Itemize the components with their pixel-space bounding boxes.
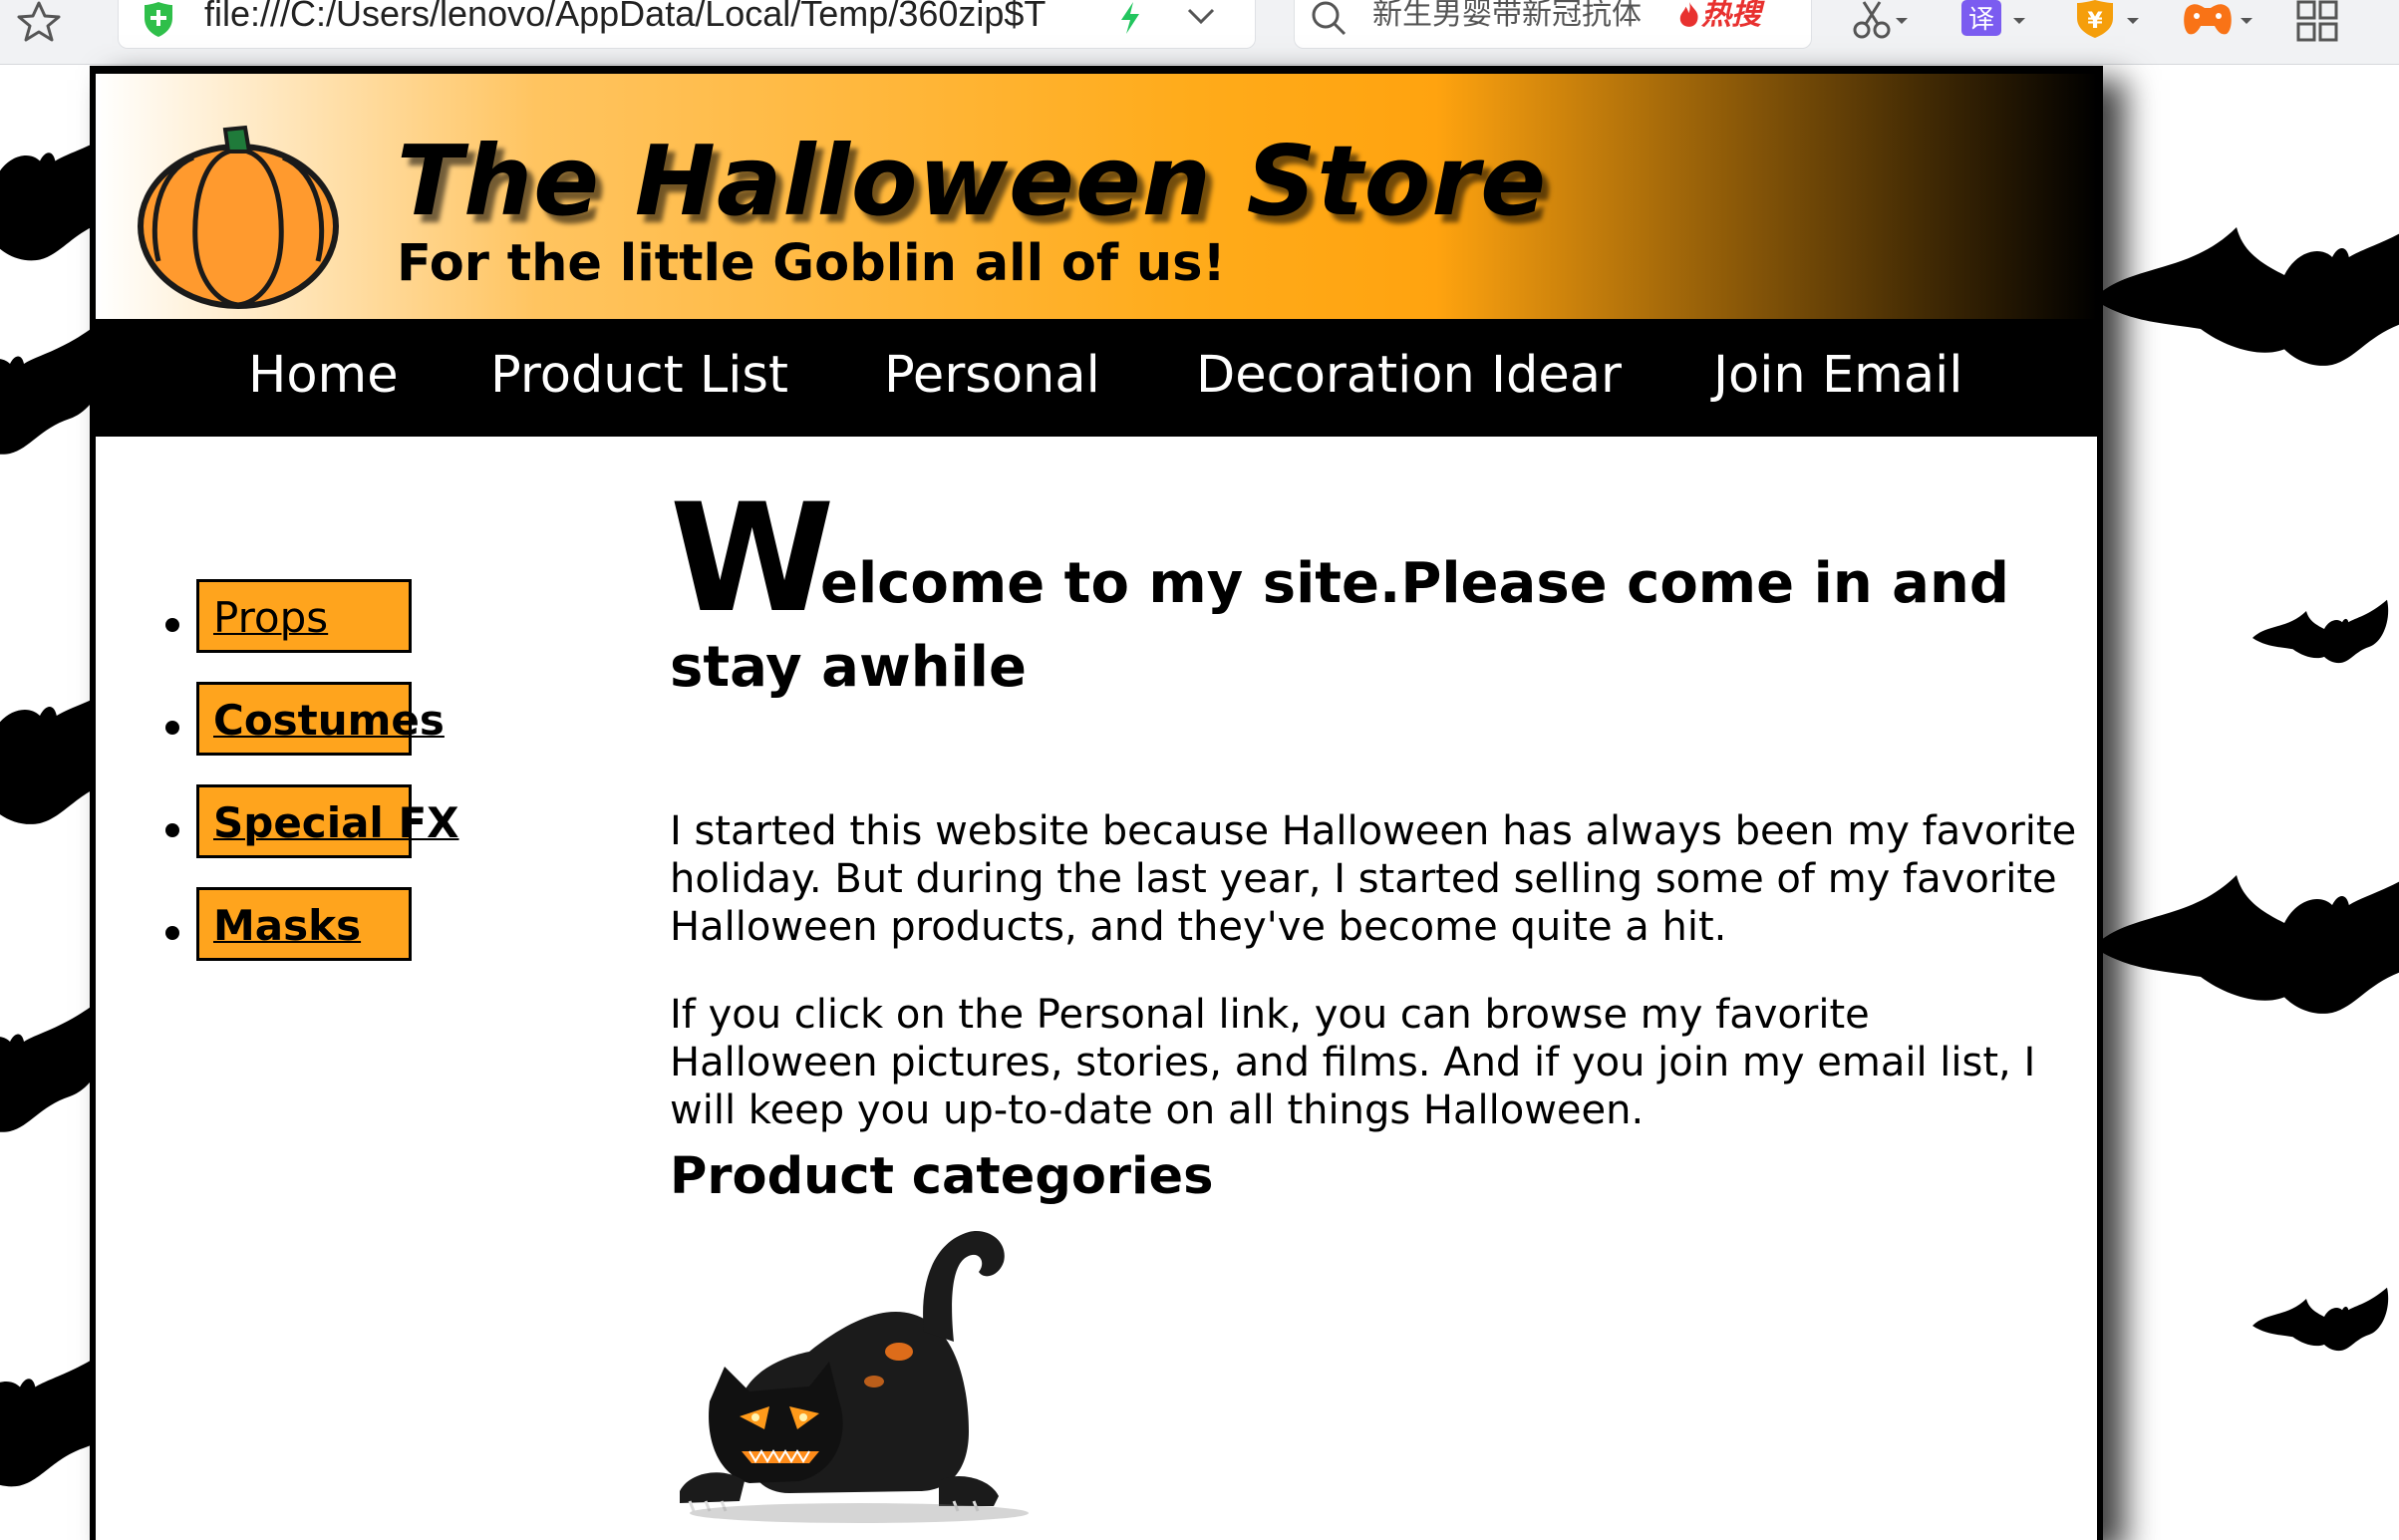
- bookmark-star-icon[interactable]: [14, 0, 64, 42]
- sidebar-item-label: Special FX: [213, 798, 459, 847]
- browser-toolbar: file:///C:/Users/lenovo/AppData/Local/Te…: [0, 0, 2399, 65]
- paragraph-line: I started this website because Halloween…: [670, 808, 2077, 854]
- welcome-heading-line2: stay awhile: [670, 635, 1027, 700]
- sidebar-item-props[interactable]: Props: [196, 579, 412, 653]
- speed-bolt-icon[interactable]: [1115, 0, 1145, 36]
- nav-personal[interactable]: Personal: [884, 341, 1100, 411]
- welcome-dropcap: W: [670, 472, 835, 646]
- nav-home[interactable]: Home: [248, 341, 399, 411]
- yen-glyph: ¥: [2087, 9, 2103, 34]
- list-bullet: [165, 721, 179, 735]
- flame-icon: [1679, 2, 1698, 27]
- paragraph-line: will keep you up-to-date on all things H…: [670, 1087, 1645, 1133]
- sidebar-item-label: Props: [213, 593, 329, 642]
- translate-glyph: 译: [1968, 5, 1994, 35]
- search-input[interactable]: 新生男婴带新冠抗体: [1372, 0, 1671, 35]
- sidebar-item-masks[interactable]: Masks: [196, 887, 412, 961]
- bat-image: [2093, 845, 2399, 1014]
- intro-paragraph: I started this website because Halloween…: [670, 807, 2085, 951]
- site-header: The Halloween Store For the little Gobli…: [96, 66, 2097, 319]
- search-icon[interactable]: [1309, 0, 1349, 38]
- address-text[interactable]: file:///C:/Users/lenovo/AppData/Local/Te…: [204, 0, 1231, 34]
- sidebar-item-costumes[interactable]: Costumes: [196, 682, 445, 756]
- paragraph-line: Halloween pictures, stories, and films. …: [670, 1040, 2036, 1085]
- apps-grid-icon[interactable]: [2294, 0, 2344, 44]
- chevron-down-icon[interactable]: [1183, 2, 1219, 32]
- address-bar[interactable]: file:///C:/Users/lenovo/AppData/Local/Te…: [118, 0, 1256, 49]
- bat-image: [2252, 599, 2389, 664]
- welcome-heading: elcome to my site.Please come in and: [820, 551, 2009, 616]
- personal-paragraph: If you click on the Personal link, you c…: [670, 991, 2085, 1134]
- site-tagline: For the little Goblin all of us!: [397, 234, 1226, 293]
- search-box[interactable]: 新生男婴带新冠抗体 热搜: [1294, 0, 1812, 49]
- paragraph-line: holiday. But during the last year, I sta…: [670, 856, 2057, 902]
- page-container: The Halloween Store For the little Gobli…: [90, 66, 2103, 1540]
- nav-decoration-idear[interactable]: Decoration Idear: [1196, 341, 1622, 411]
- hot-search-badge[interactable]: 热搜: [1677, 0, 1807, 35]
- pumpkin-logo-icon: [138, 125, 339, 309]
- paragraph-line: If you click on the Personal link, you c…: [670, 992, 1870, 1038]
- sidebar-item-special-fx[interactable]: Special FX: [196, 784, 459, 858]
- game-controller-icon[interactable]: [2181, 0, 2256, 44]
- hot-search-label: 热搜: [1701, 0, 1761, 32]
- bat-image: [2252, 1287, 2389, 1352]
- paragraph-line: Halloween products, and they've become q…: [670, 904, 1727, 950]
- list-bullet: [165, 618, 179, 632]
- scissors-icon[interactable]: [1850, 0, 1910, 44]
- black-cat-product-image[interactable]: [670, 1202, 1049, 1531]
- translate-icon[interactable]: 译: [1959, 0, 2029, 44]
- nav-join-email[interactable]: Join Email: [1713, 341, 1962, 411]
- nav-product-list[interactable]: Product List: [490, 341, 788, 411]
- list-bullet: [165, 823, 179, 837]
- sidebar-item-label: Costumes: [213, 696, 445, 745]
- category-sidebar: Props Costumes Special FX Masks: [96, 437, 654, 1035]
- security-shield-icon: [145, 2, 172, 37]
- list-bullet: [165, 926, 179, 940]
- main-nav: Home Product List Personal Decoration Id…: [96, 319, 2097, 437]
- shopping-shield-icon[interactable]: ¥: [2073, 0, 2143, 44]
- bat-image: [2093, 197, 2399, 366]
- site-title: The Halloween Store: [397, 125, 1548, 237]
- sidebar-item-label: Masks: [213, 901, 362, 950]
